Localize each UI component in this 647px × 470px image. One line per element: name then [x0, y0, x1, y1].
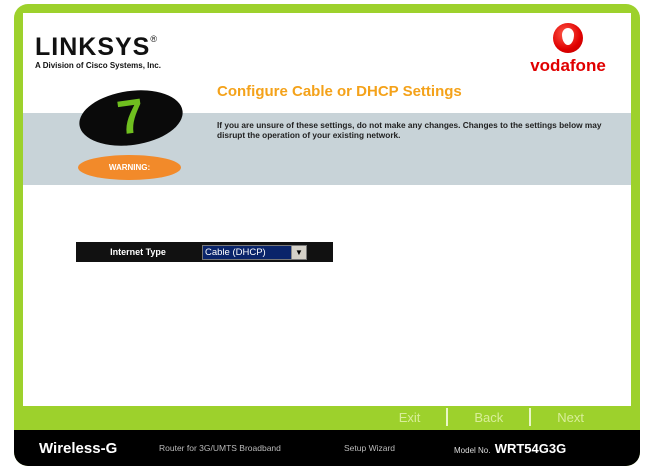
chevron-down-icon[interactable]: ▼ [291, 245, 306, 259]
linksys-logo: LINKSYS® A Division of Cisco Systems, In… [35, 33, 161, 71]
footer-bar: Wireless-G Router for 3G/UMTS Broadband … [14, 430, 640, 466]
internet-type-label: Internet Type [76, 242, 200, 262]
footer-model-number: WRT54G3G [494, 440, 567, 456]
footer-model-prefix: Model No. [454, 445, 491, 455]
header: LINKSYS® A Division of Cisco Systems, In… [23, 13, 631, 185]
wizard-nav: Exit Back Next [14, 406, 640, 428]
vodafone-speechmark-icon [553, 23, 583, 53]
page-description: If you are unsure of these settings, do … [217, 120, 602, 141]
footer-product: Wireless-G [39, 439, 118, 457]
linksys-wordmark: LINKSYS [35, 33, 151, 61]
internet-type-row: Internet Type Cable (DHCP) ▼ [76, 242, 333, 262]
internet-type-select[interactable]: Cable (DHCP) ▼ [202, 244, 307, 260]
linksys-tagline: A Division of Cisco Systems, Inc. [35, 61, 161, 70]
wizard-content: LINKSYS® A Division of Cisco Systems, In… [23, 13, 631, 406]
footer-wizard: Setup Wizard [344, 443, 396, 453]
vodafone-logo: vodafone [523, 23, 613, 93]
exit-button[interactable]: Exit [373, 410, 447, 425]
wizard-frame: LINKSYS® A Division of Cisco Systems, In… [14, 4, 640, 466]
footer-router: Router for 3G/UMTS Broadband [159, 443, 281, 453]
page-title: Configure Cable or DHCP Settings [217, 83, 462, 100]
back-button[interactable]: Back [448, 410, 529, 425]
next-button[interactable]: Next [531, 410, 610, 425]
warning-badge: WARNING: [78, 155, 181, 180]
internet-type-value: Cable (DHCP) [203, 245, 291, 259]
vodafone-wordmark: vodafone [530, 56, 606, 75]
footer-model: Model No. WRT54G3G [454, 441, 566, 456]
